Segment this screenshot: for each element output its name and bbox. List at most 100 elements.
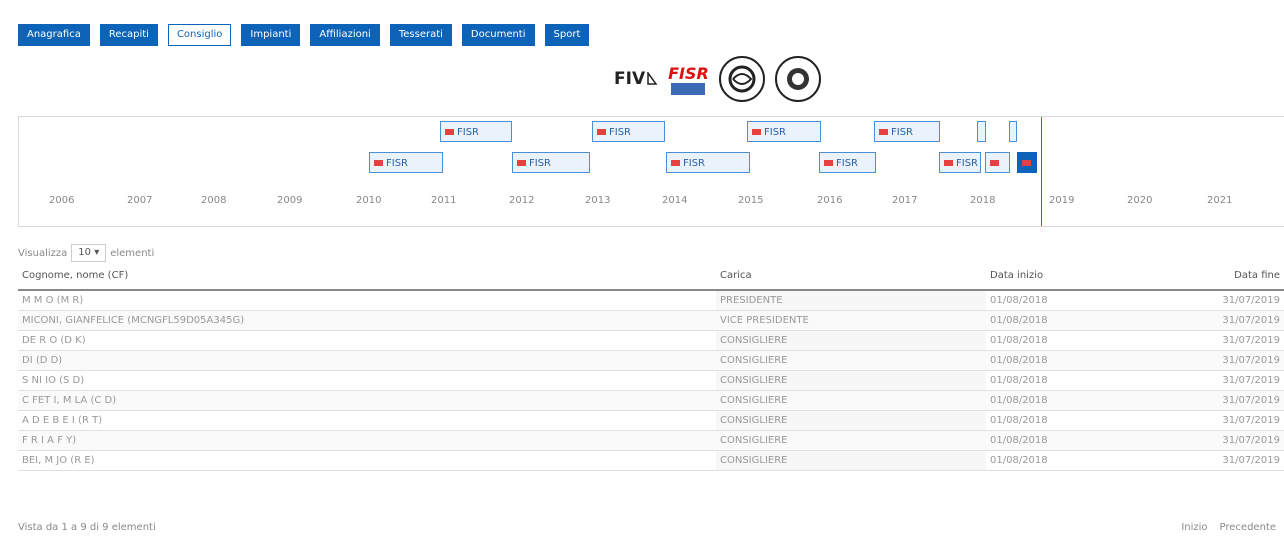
table-row[interactable]: BEI, M JO (R E) CONSIGLIERE 01/08/2018 31/0… [18,450,1284,471]
federation-logos: FIV FISR [614,56,821,102]
sail-icon [647,72,658,85]
timeline-year: 2007 [127,195,153,206]
tab-tesserati[interactable]: Tesserati [389,24,452,46]
cell-start-date: 01/08/2018 [986,450,1194,471]
page-size-prefix: Visualizza [18,247,68,259]
cell-end-date: 31/07/2019 [1194,390,1284,411]
tab-impianti[interactable]: Impianti [241,24,301,46]
federation-seal-logo [718,56,765,102]
tab-anagrafica[interactable]: Anagrafica [18,24,90,46]
timeline-item[interactable]: FISR [666,152,750,173]
fiv-logo: FIV [614,69,658,89]
cell-start-date: 01/08/2018 [986,370,1194,391]
table-row[interactable]: MICONI, GIANFELICE (MCNGFL59D05A345G) VIC… [18,310,1284,331]
pagination-first[interactable]: Inizio [1181,522,1207,533]
timeline-item-selected[interactable] [1017,152,1037,173]
fisr-logo: FISR [668,64,709,95]
seal-icon [728,65,756,93]
tab-bar: Anagrafica Recapiti Consiglio Impianti A… [18,24,590,46]
table-row[interactable]: F R I A F Y) CONSIGLIERE 01/08/2018 31/07/2… [18,430,1284,451]
cell-name: MICONI, GIANFELICE (MCNGFL59D05A345G) [18,310,716,331]
cell-role: CONSIGLIERE [716,450,986,471]
cell-end-date: 31/07/2019 [1194,290,1284,311]
cell-start-date: 01/08/2018 [986,390,1194,411]
timeline-year: 2015 [738,195,764,206]
column-header-start[interactable]: Data inizio [986,262,1194,291]
cell-name: BEI, M JO (R E) [18,450,716,471]
timeline-item[interactable] [1009,121,1017,142]
page-size-suffix: elementi [110,247,155,259]
timeline-item[interactable] [985,152,1010,173]
fisr-logo-text: FISR [668,63,709,83]
timeline-year: 2006 [49,195,75,206]
pagination-previous[interactable]: Precedente [1220,522,1276,533]
cell-name: A D E B E I (R T) [18,410,716,431]
cell-name: DI (D D) [18,350,716,371]
tab-consiglio[interactable]: Consiglio [167,24,232,46]
cell-start-date: 01/08/2018 [986,330,1194,351]
timeline-year: 2018 [970,195,996,206]
timeline-year: 2014 [662,195,688,206]
column-header-role[interactable]: Carica [716,262,986,291]
tab-affiliazioni[interactable]: Affiliazioni [310,24,380,46]
timeline-year: 2016 [817,195,843,206]
timeline-year: 2019 [1049,195,1075,206]
cell-end-date: 31/07/2019 [1194,370,1284,391]
cell-start-date: 01/08/2018 [986,410,1194,431]
cell-start-date: 01/08/2018 [986,310,1194,331]
tab-documenti[interactable]: Documenti [461,24,535,46]
cell-role: CONSIGLIERE [716,330,986,351]
cell-start-date: 01/08/2018 [986,350,1194,371]
cell-name: C FET I, M LA (C D) [18,390,716,411]
fiv-logo-text: FIV [614,69,646,89]
cell-name: DE R O (D K) [18,330,716,351]
cell-role: CONSIGLIERE [716,370,986,391]
table-row[interactable]: A D E B E I (R T) CONSIGLIERE 01/08/2018 31… [18,410,1284,431]
column-header-end[interactable]: Data fine [1194,262,1284,291]
column-header-name[interactable]: Cognome, nome (CF) [18,262,716,291]
timeline-item[interactable]: FISR [369,152,443,173]
timeline-year: 2021 [1207,195,1233,206]
timeline-item[interactable] [977,121,986,142]
timeline-item[interactable]: FISR [440,121,512,142]
page-size-control: Visualizza 10 ▾ elementi [18,244,154,262]
cell-end-date: 31/07/2019 [1194,310,1284,331]
membership-timeline[interactable]: FISR FISR FISR FISR FISR FISR FISR FISR … [18,116,1284,227]
cell-name: S NI IO (S D) [18,370,716,391]
timeline-year: 2011 [431,195,457,206]
timeline-year: 2009 [277,195,303,206]
table-row[interactable]: DE R O (D K) CONSIGLIERE 01/08/2018 31/07/2… [18,330,1284,351]
timeline-year: 2013 [585,195,611,206]
table-row[interactable]: DI (D D) CONSIGLIERE 01/08/2018 31/07/2019 [18,350,1284,371]
cell-end-date: 31/07/2019 [1194,330,1284,351]
tab-recapiti[interactable]: Recapiti [99,24,158,46]
cell-role: CONSIGLIERE [716,350,986,371]
timeline-item[interactable]: FISR [874,121,940,142]
timeline-year: 2017 [892,195,918,206]
cell-start-date: 01/08/2018 [986,430,1194,451]
table-row[interactable]: M M O (M R) PRESIDENTE 01/08/2018 31/07/201… [18,290,1284,311]
timeline-item[interactable]: FISR [939,152,981,173]
tab-sport[interactable]: Sport [544,24,590,46]
cell-role: PRESIDENTE [716,290,986,311]
timeline-item[interactable]: FISR [512,152,590,173]
cell-end-date: 31/07/2019 [1194,430,1284,451]
table-row[interactable]: C FET I, M LA (C D) CONSIGLIERE 01/08/2018… [18,390,1284,411]
timeline-item[interactable]: FISR [819,152,876,173]
timeline-item[interactable]: FISR [592,121,665,142]
cell-role: CONSIGLIERE [716,430,986,451]
cell-end-date: 31/07/2019 [1194,410,1284,431]
cell-name: F R I A F Y) [18,430,716,451]
page-size-select[interactable]: 10 ▾ [71,244,107,262]
cell-role: CONSIGLIERE [716,390,986,411]
cell-role: CONSIGLIERE [716,410,986,431]
table-row[interactable]: S NI IO (S D) CONSIGLIERE 01/08/2018 31/07/… [18,370,1284,391]
dropdown-arrow-icon: ▾ [94,247,100,258]
timeline-year: 2010 [356,195,382,206]
timeline-item[interactable]: FISR [747,121,821,142]
council-table: Cognome, nome (CF) Carica Data inizio Da… [18,262,1284,471]
csen-icon [786,68,809,90]
timeline-year: 2008 [201,195,227,206]
timeline-year: 2020 [1127,195,1153,206]
table-info: Vista da 1 a 9 di 9 elementi [18,522,156,533]
